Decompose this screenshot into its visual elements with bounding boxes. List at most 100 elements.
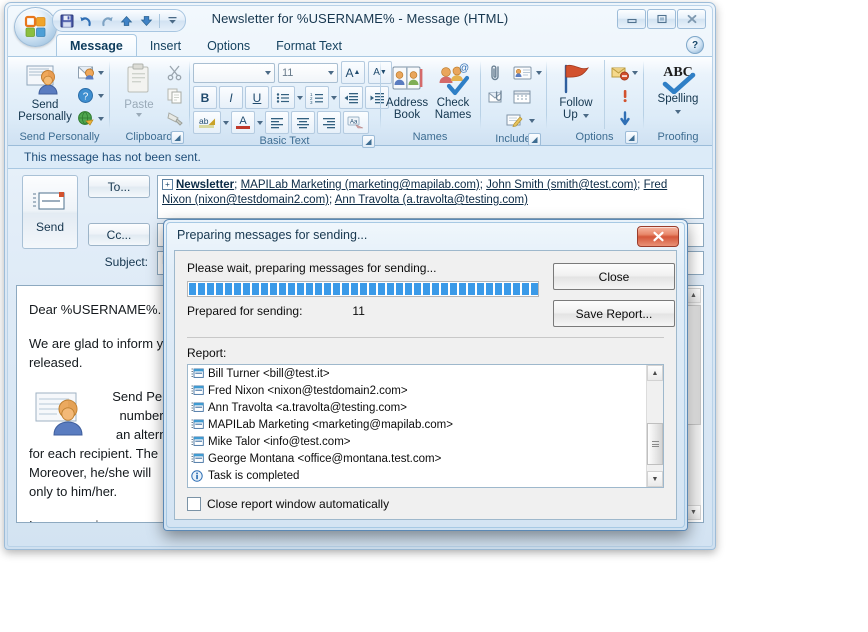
recipient-mapilab[interactable]: MAPILab Marketing (marketing@mapilab.com… (241, 179, 480, 191)
recipient-ann-travolta[interactable]: Ann Travolta (a.travolta@testing.com) (335, 194, 528, 206)
save-icon[interactable] (57, 12, 76, 29)
text-highlight-button[interactable]: ab◢ (193, 111, 221, 134)
send-button[interactable]: Send (22, 175, 78, 249)
save-report-button[interactable]: Save Report... (553, 300, 675, 327)
send-personally-button[interactable]: Send Personally (14, 60, 76, 123)
align-left-button[interactable] (265, 111, 289, 134)
attach-item-button[interactable] (484, 85, 508, 108)
bullets-caret-icon[interactable] (297, 95, 303, 100)
report-scroll-down-button[interactable]: ▼ (647, 471, 663, 487)
spelling-button[interactable]: ABC Spelling (647, 60, 709, 117)
business-card-button[interactable] (511, 61, 533, 84)
tab-insert[interactable]: Insert (137, 35, 194, 56)
clear-formatting-button[interactable]: Aa (343, 111, 369, 134)
report-scroll-thumb[interactable] (647, 423, 663, 465)
basic-text-dialog-launcher[interactable]: ◢ (362, 135, 375, 148)
list-item[interactable]: Ann Travolta <a.travolta@testing.com> (188, 399, 663, 416)
list-item[interactable]: Task is completed (188, 467, 663, 484)
report-listbox[interactable]: Bill Turner <bill@test.it> Fred Nixon <n… (187, 364, 664, 488)
format-painter-button[interactable] (165, 108, 185, 129)
report-scroll-up-button[interactable]: ▲ (647, 365, 663, 381)
personal-options-caret-icon[interactable] (98, 70, 104, 75)
web-globe-button[interactable] (76, 108, 105, 129)
follow-up-caret-icon[interactable] (582, 114, 589, 118)
tab-options[interactable]: Options (194, 35, 263, 56)
font-color-caret-icon[interactable] (257, 120, 263, 125)
include-dialog-launcher[interactable]: ◢ (528, 133, 541, 146)
font-name-caret-icon[interactable] (265, 70, 271, 75)
signature-caret-icon[interactable] (529, 118, 535, 123)
numbering-button[interactable]: 1 2 3 (305, 86, 329, 109)
font-size-caret-icon[interactable] (328, 70, 334, 75)
tab-format-text[interactable]: Format Text (263, 35, 355, 56)
permission-caret-icon[interactable] (632, 70, 638, 75)
web-globe-caret-icon[interactable] (98, 116, 104, 121)
bullets-button[interactable] (271, 86, 295, 109)
options-dialog-launcher[interactable]: ◢ (625, 131, 638, 144)
scroll-down-button[interactable]: ▼ (686, 505, 701, 520)
to-recipients-input[interactable]: + Newsletter; MAPILab Marketing (marketin… (157, 175, 704, 219)
recipient-john-smith[interactable]: John Smith (smith@test.com) (486, 179, 637, 191)
text-highlight-caret-icon[interactable] (223, 120, 229, 125)
close-report-automatically-row[interactable]: Close report window automatically (187, 497, 664, 511)
list-item[interactable]: MAPILab Marketing <marketing@mapilab.com… (188, 416, 663, 433)
recipient-newsletter[interactable]: Newsletter (176, 179, 234, 191)
minimize-button[interactable] (617, 9, 646, 29)
scroll-thumb[interactable] (686, 305, 701, 425)
ribbon: Send Personally ? Send Personally Paste … (8, 56, 712, 148)
permission-button[interactable] (610, 62, 639, 83)
cc-button[interactable]: Cc... (88, 223, 150, 246)
paste-button[interactable]: Paste (113, 60, 165, 117)
list-item[interactable]: Fred Nixon <nixon@testdomain2.com> (188, 382, 663, 399)
follow-up-button[interactable]: Follow Up (550, 60, 602, 121)
maximize-button[interactable] (647, 9, 676, 29)
copy-button[interactable] (165, 85, 185, 106)
office-orb-icon[interactable] (14, 7, 57, 47)
signature-button[interactable] (504, 109, 526, 132)
grow-font-button[interactable]: A ▲ (341, 61, 365, 84)
redo-icon[interactable] (97, 12, 116, 29)
close-button[interactable] (677, 9, 706, 29)
scroll-up-button[interactable]: ▲ (686, 288, 701, 303)
font-color-button[interactable]: A (231, 111, 255, 134)
undo-icon[interactable] (77, 12, 96, 29)
customize-qat-icon[interactable] (163, 12, 182, 29)
italic-button[interactable]: I (219, 86, 243, 109)
tab-message[interactable]: Message (56, 34, 137, 56)
address-book-button[interactable]: Address Book (384, 60, 430, 121)
underline-button[interactable]: U (245, 86, 269, 109)
list-item[interactable]: Bill Turner <bill@test.it> (188, 365, 663, 382)
font-name-combobox[interactable] (193, 62, 275, 83)
mail-item-icon (191, 453, 204, 463)
attach-file-button[interactable] (484, 61, 508, 84)
close-report-automatically-checkbox[interactable] (187, 497, 201, 511)
list-item[interactable]: Mike Talor <info@test.com> (188, 433, 663, 450)
low-importance-button[interactable] (610, 108, 639, 129)
list-item[interactable]: George Montana <office@montana.test.com> (188, 450, 663, 467)
bold-button[interactable]: B (193, 86, 217, 109)
font-size-combobox[interactable]: 11 (278, 62, 338, 83)
align-right-button[interactable] (317, 111, 341, 134)
help-icon[interactable]: ? (686, 36, 704, 54)
help-about-button[interactable]: ? (76, 85, 105, 106)
cut-button[interactable] (165, 62, 185, 83)
spelling-caret-icon[interactable] (674, 110, 681, 114)
paste-caret-icon[interactable] (136, 113, 142, 117)
numbering-caret-icon[interactable] (331, 95, 337, 100)
decrease-indent-button[interactable] (339, 86, 363, 109)
report-scrollbar[interactable]: ▲ ▼ (646, 365, 663, 487)
clipboard-dialog-launcher[interactable]: ◢ (171, 131, 184, 144)
dialog-close-button[interactable] (637, 226, 679, 247)
calendar-button[interactable] (511, 85, 533, 108)
expand-group-icon[interactable]: + (162, 179, 173, 191)
personal-options-button[interactable] (76, 62, 105, 83)
close-button[interactable]: Close (553, 263, 675, 290)
help-about-caret-icon[interactable] (98, 93, 104, 98)
previous-item-icon[interactable] (117, 12, 136, 29)
check-names-button[interactable]: @ Check Names (430, 60, 476, 121)
business-card-caret-icon[interactable] (536, 70, 542, 75)
to-button[interactable]: To... (88, 175, 150, 198)
high-importance-button[interactable] (610, 85, 639, 106)
next-item-icon[interactable] (137, 12, 156, 29)
align-center-button[interactable] (291, 111, 315, 134)
